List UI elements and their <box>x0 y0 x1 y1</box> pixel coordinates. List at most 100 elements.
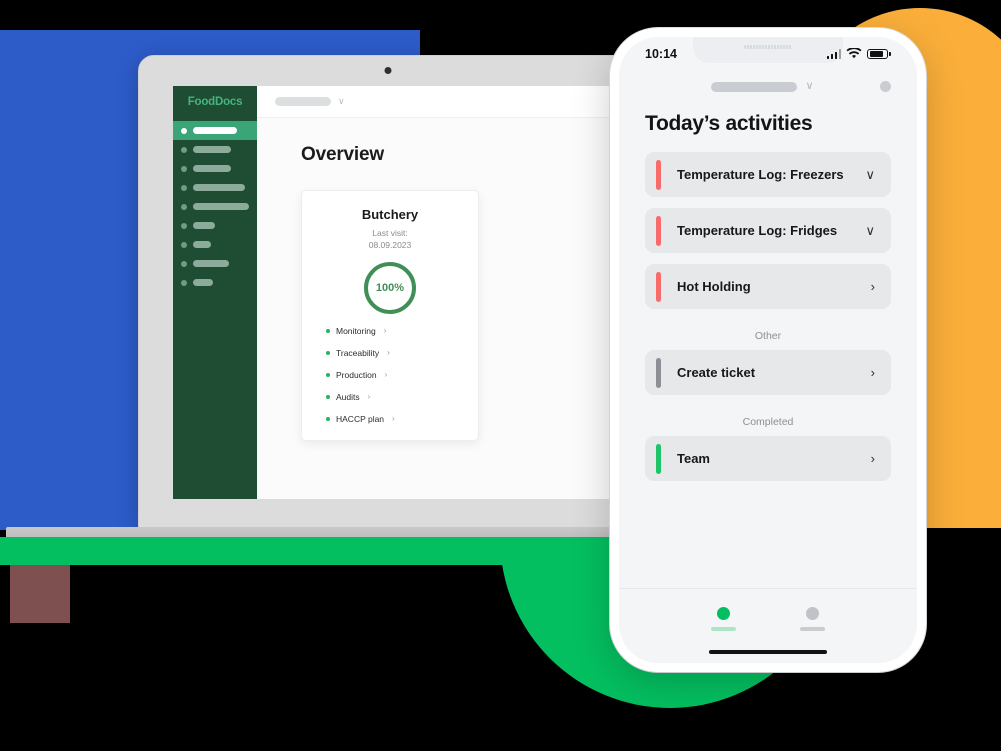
chevron-right-icon[interactable]: › <box>871 280 875 293</box>
sidebar-item-9[interactable] <box>173 273 257 292</box>
card-link-label: Traceability <box>336 347 380 358</box>
sidebar-item-8[interactable] <box>173 254 257 273</box>
activity-row[interactable]: Temperature Log: Freezers ∨ <box>645 152 891 197</box>
avatar[interactable] <box>880 81 891 92</box>
sidebar-item-icon <box>181 222 187 229</box>
sidebar-item-5[interactable] <box>173 197 257 216</box>
sidebar-item-7[interactable] <box>173 235 257 254</box>
phone-page-title: Today’s activities <box>645 112 813 135</box>
activity-group-label: Other <box>754 330 782 342</box>
activities-list: Temperature Log: Freezers ∨ Temperature Lo… <box>619 146 917 588</box>
chevron-right-icon: › <box>384 370 388 380</box>
card-link[interactable]: Monitoring › <box>326 326 464 336</box>
sidebar-item-icon <box>181 260 187 267</box>
location-card-links: Monitoring › Traceability › Production › Audit… <box>316 326 464 424</box>
sidebar-item-label <box>193 165 231 172</box>
tab-home[interactable] <box>711 607 736 631</box>
laptop-screen: FoodDocs ∨ Overview Butchery Last visit:… <box>173 86 637 499</box>
card-link[interactable]: Audits › <box>326 392 464 402</box>
sidebar-item-icon <box>181 146 187 153</box>
last-visit-label: Last visit: <box>372 228 408 238</box>
phone-location-pill <box>711 81 798 92</box>
activity-status-bar <box>656 357 661 388</box>
phone-screen: 10:14 ∨ Today’s activities Temperature L… <box>619 37 917 663</box>
promo-composition: FoodDocs ∨ Overview Butchery Last visit:… <box>0 0 1001 751</box>
location-card-subtitle: Last visit: 08.09.2023 <box>316 227 464 252</box>
activity-label: Hot Holding <box>677 279 751 294</box>
card-link[interactable]: Production › <box>326 370 464 380</box>
laptop-camera-icon <box>384 67 392 74</box>
phone-tab-bar <box>619 587 917 650</box>
app-content: ∨ Overview Butchery Last visit: 08.09.20… <box>257 86 637 499</box>
status-icon-group <box>826 48 891 60</box>
chevron-right-icon: › <box>367 392 371 402</box>
activity-row[interactable]: Create ticket › <box>645 350 891 395</box>
activity-status-bar <box>656 215 661 246</box>
app-logo-text: FoodDocs <box>187 96 243 108</box>
phone-location-selector[interactable]: ∨ <box>711 80 814 92</box>
activity-label: Team <box>677 451 710 466</box>
progress-ring-label: 100% <box>375 281 405 294</box>
sidebar-item-icon <box>181 279 187 286</box>
sidebar-item-2[interactable] <box>173 140 257 159</box>
progress-ring: 100% <box>364 261 416 314</box>
chevron-down-icon[interactable]: ∨ <box>865 168 875 181</box>
activity-label: Create ticket <box>677 365 756 380</box>
bullet-icon <box>326 328 330 333</box>
tab-icon <box>806 607 819 620</box>
chevron-down-icon[interactable]: ∨ <box>338 97 345 106</box>
sidebar-item-label <box>193 222 215 229</box>
sidebar-item-label <box>193 241 211 248</box>
wifi-icon <box>846 48 862 59</box>
activity-status-bar <box>656 159 661 190</box>
chevron-right-icon: › <box>392 414 395 424</box>
app-content-body: Overview Butchery Last visit: 08.09.2023… <box>257 118 637 499</box>
sidebar-item-icon <box>181 165 187 172</box>
card-link[interactable]: Traceability › <box>326 348 464 358</box>
activity-row[interactable]: Temperature Log: Fridges ∨ <box>645 208 891 253</box>
tab-label <box>711 627 736 631</box>
sidebar-item-3[interactable] <box>173 159 257 178</box>
last-visit-date: 08.09.2023 <box>368 240 412 251</box>
sidebar-item-4[interactable] <box>173 178 257 197</box>
card-link-label: Monitoring <box>336 325 376 336</box>
phone-header: ∨ <box>619 71 917 92</box>
sidebar-item-1[interactable] <box>173 121 257 140</box>
card-link-label: Audits <box>336 391 360 402</box>
location-card[interactable]: Butchery Last visit: 08.09.2023 100% Mon… <box>301 190 479 441</box>
sidebar-item-icon <box>181 127 187 134</box>
app-sidebar: FoodDocs <box>173 86 257 499</box>
sidebar-item-icon <box>181 241 187 248</box>
sidebar-item-6[interactable] <box>173 216 257 235</box>
activity-status-bar <box>656 271 661 302</box>
tab-profile[interactable] <box>800 607 825 631</box>
cellular-signal-icon <box>826 49 842 59</box>
activity-row[interactable]: Hot Holding › <box>645 264 891 309</box>
chevron-right-icon[interactable]: › <box>871 452 875 465</box>
chevron-right-icon: › <box>383 326 387 336</box>
laptop-mockup: FoodDocs ∨ Overview Butchery Last visit:… <box>0 55 816 563</box>
activity-row[interactable]: Team › <box>645 436 891 481</box>
sidebar-item-label <box>193 184 245 191</box>
bullet-icon <box>326 416 330 421</box>
sidebar-item-label <box>193 279 213 286</box>
chevron-down-icon[interactable]: ∨ <box>865 224 875 237</box>
bullet-icon <box>326 372 330 377</box>
status-clock: 10:14 <box>645 47 677 61</box>
sidebar-item-label <box>193 203 249 210</box>
sidebar-item-label <box>193 260 229 267</box>
laptop-lid: FoodDocs ∨ Overview Butchery Last visit:… <box>138 55 638 530</box>
card-link[interactable]: HACCP plan › <box>326 414 464 424</box>
sidebar-item-icon <box>181 184 187 191</box>
chevron-right-icon[interactable]: › <box>871 366 875 379</box>
workspace-selector[interactable] <box>275 97 331 106</box>
sidebar-item-icon <box>181 203 187 210</box>
app-logo: FoodDocs <box>173 86 257 118</box>
phone-status-bar: 10:14 <box>619 37 917 71</box>
activity-label: Temperature Log: Fridges <box>677 223 838 238</box>
activity-label: Temperature Log: Freezers <box>677 167 844 182</box>
card-link-label: HACCP plan <box>336 413 385 424</box>
sidebar-item-label <box>193 146 231 153</box>
phone-mockup: 10:14 ∨ Today’s activities Temperature L… <box>610 28 926 672</box>
chevron-down-icon: ∨ <box>805 80 814 92</box>
